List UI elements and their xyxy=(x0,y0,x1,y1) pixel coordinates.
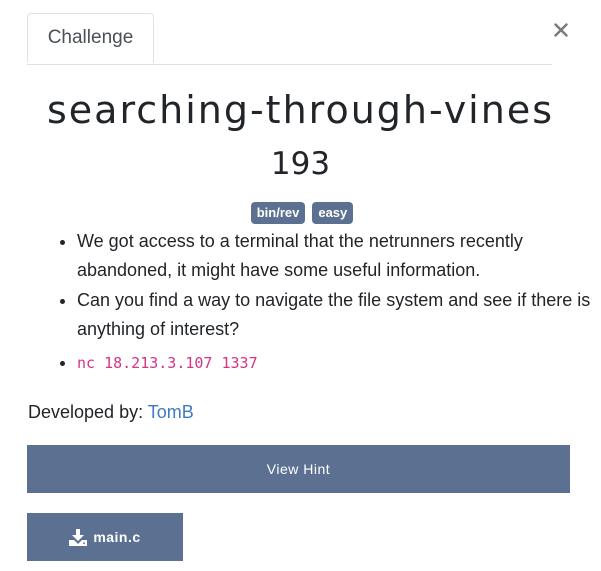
tab-challenge[interactable]: Challenge xyxy=(27,13,154,63)
download-file-button[interactable]: main.c xyxy=(27,513,183,561)
connection-command: nc 18.213.3.107 1337 xyxy=(77,354,258,372)
tag-difficulty: easy xyxy=(312,202,354,224)
description-item: We got access to a terminal that the net… xyxy=(77,227,597,285)
tab-challenge-label: Challenge xyxy=(47,27,134,48)
developer-credit: Developed by: TomB xyxy=(28,398,194,426)
challenge-title: searching-through-vines xyxy=(46,88,554,132)
close-button[interactable] xyxy=(549,16,573,44)
developer-label: Developed by: xyxy=(28,402,144,422)
file-name-label: main.c xyxy=(93,529,141,545)
close-icon xyxy=(554,23,568,37)
challenge-description: We got access to a terminal that the net… xyxy=(52,227,597,379)
challenge-points: 193 xyxy=(270,146,331,182)
developer-link[interactable]: TomB xyxy=(148,402,194,422)
view-hint-label: View Hint xyxy=(266,461,331,477)
description-item: Can you find a way to navigate the file … xyxy=(77,286,597,344)
tab-bar: Challenge xyxy=(27,13,552,65)
connection-item: nc 18.213.3.107 1337 xyxy=(77,348,597,378)
tag-category: bin/rev xyxy=(250,202,306,224)
download-icon xyxy=(69,528,88,546)
challenge-tags: bin/rev easy xyxy=(0,202,601,224)
view-hint-button[interactable]: View Hint xyxy=(27,445,570,493)
